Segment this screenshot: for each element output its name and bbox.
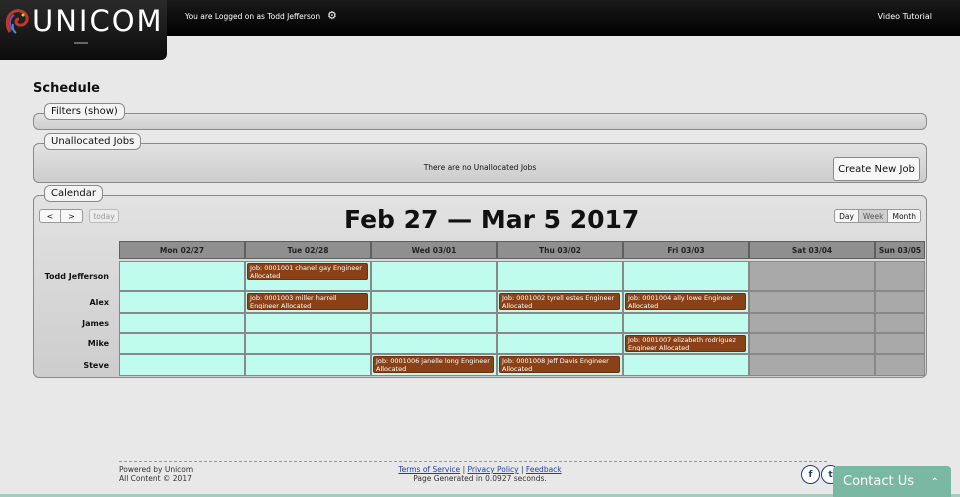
copyright: All Content © 2017: [119, 474, 192, 483]
schedule-cell[interactable]: [749, 291, 875, 313]
schedule-cell[interactable]: [623, 354, 749, 376]
chameleon-logo-icon: [5, 9, 29, 34]
job-event[interactable]: Job: 0001002 tyrell estes Engineer Alloc…: [499, 293, 620, 310]
feedback-link[interactable]: Feedback: [526, 465, 562, 474]
footer-divider: [119, 461, 827, 462]
logo-text: UNICOM: [32, 4, 164, 38]
day-column-header: Wed 03/01: [371, 241, 497, 259]
schedule-cell[interactable]: [371, 291, 497, 313]
job-event[interactable]: Job: 0001003 miller harrell Engineer All…: [247, 293, 368, 310]
powered-by: Powered by Unicom: [119, 465, 194, 474]
filters-panel: Filters (show): [33, 103, 927, 130]
schedule-cell[interactable]: [119, 291, 245, 313]
footer-left: Powered by Unicom All Content © 2017: [119, 465, 193, 483]
calendar-legend: Calendar: [44, 185, 103, 202]
facebook-icon[interactable]: f: [801, 465, 820, 484]
nav-buttons: < >: [39, 209, 83, 223]
job-event[interactable]: Job: 0001001 chanel gay Engineer Allocat…: [247, 263, 368, 280]
day-column-header: Mon 02/27: [119, 241, 245, 259]
terms-link[interactable]: Terms of Service: [398, 465, 460, 474]
create-new-job-button[interactable]: Create New Job: [833, 157, 920, 181]
contact-us-label: Contact Us: [843, 474, 914, 489]
schedule-cell[interactable]: [875, 333, 925, 354]
schedule-cell[interactable]: [497, 313, 623, 333]
schedule-cell[interactable]: [875, 261, 925, 291]
schedule-cell[interactable]: [371, 261, 497, 291]
schedule-cell[interactable]: [749, 333, 875, 354]
chevron-up-icon: ⌃: [930, 477, 939, 488]
job-event[interactable]: Job: 0001004 ally lowe Engineer Allocate…: [625, 293, 746, 310]
footer-sep: |: [521, 465, 524, 474]
contact-us-button[interactable]: Contact Us ⌃: [833, 466, 951, 497]
page-generated: Page Generated in 0.0927 seconds.: [413, 474, 547, 483]
schedule-cell[interactable]: [245, 313, 371, 333]
schedule-cell[interactable]: [497, 261, 623, 291]
menu-toggle-icon[interactable]: [74, 42, 88, 48]
schedule-cell[interactable]: [749, 313, 875, 333]
job-event[interactable]: Job: 0001007 elizabeth rodriguez Enginee…: [625, 335, 746, 352]
schedule-cell[interactable]: [749, 261, 875, 291]
schedule-cell[interactable]: [875, 291, 925, 313]
schedule-cell[interactable]: [875, 313, 925, 333]
calendar-range-title: Feb 27 — Mar 5 2017: [344, 205, 640, 234]
day-column-header: Tue 02/28: [245, 241, 371, 259]
video-tutorial-link[interactable]: Video Tutorial: [878, 12, 932, 21]
schedule-cell[interactable]: [875, 354, 925, 376]
day-column-header: Sat 03/04: [749, 241, 875, 259]
schedule-cell[interactable]: [749, 354, 875, 376]
engineer-row-label: Todd Jefferson: [44, 271, 109, 281]
privacy-link[interactable]: Privacy Policy: [467, 465, 518, 474]
footer-sep: |: [462, 465, 466, 474]
view-day-button[interactable]: Day: [834, 209, 859, 223]
next-week-button[interactable]: >: [61, 209, 83, 223]
engineer-row-label: Mike: [87, 339, 109, 348]
schedule-cell[interactable]: [245, 333, 371, 354]
job-event[interactable]: Job: 0001006 janelle long Engineer Alloc…: [373, 356, 494, 373]
prev-week-button[interactable]: <: [39, 209, 61, 223]
engineer-row-label: Steve: [83, 360, 109, 370]
settings-gear-icon[interactable]: ⚙: [327, 9, 337, 22]
schedule-cell[interactable]: [371, 333, 497, 354]
unallocated-jobs-legend: Unallocated Jobs: [44, 133, 142, 150]
view-week-button[interactable]: Week: [858, 209, 889, 223]
day-column-header: Thu 03/02: [497, 241, 623, 259]
day-column-header: Sun 03/05: [875, 241, 925, 259]
job-event[interactable]: Job: 0001008 Jeff Davis Engineer Allocat…: [499, 356, 620, 373]
today-button[interactable]: today: [89, 209, 119, 223]
schedule-cell[interactable]: [119, 313, 245, 333]
logged-in-text: You are Logged on as Todd Jefferson: [185, 12, 321, 21]
schedule-cell[interactable]: [497, 333, 623, 354]
schedule-cell[interactable]: [119, 261, 245, 291]
footer-links: Terms of Service | Privacy Policy | Feed…: [370, 465, 590, 483]
empty-message: There are no Unallocated Jobs: [423, 163, 537, 172]
day-column-header: Fri 03/03: [623, 241, 749, 259]
schedule-cell[interactable]: [623, 313, 749, 333]
schedule-cell[interactable]: [623, 261, 749, 291]
schedule-cell[interactable]: [119, 354, 245, 376]
calendar-panel: Calendar < > today Feb 27 — Mar 5 2017 D…: [33, 185, 927, 378]
page-title: Schedule: [33, 81, 100, 96]
filters-toggle[interactable]: Filters (show): [44, 103, 125, 120]
schedule-cell[interactable]: [245, 354, 371, 376]
view-month-button[interactable]: Month: [888, 209, 921, 223]
engineer-row-label: Alex: [89, 297, 109, 307]
unallocated-jobs-panel: Unallocated Jobs There are no Unallocate…: [33, 133, 927, 183]
schedule-cell[interactable]: [371, 313, 497, 333]
view-switcher: Day Week Month: [834, 209, 921, 223]
schedule-cell[interactable]: [119, 333, 245, 354]
logo[interactable]: UNICOM: [0, 0, 167, 60]
engineer-row-label: James: [82, 318, 109, 328]
